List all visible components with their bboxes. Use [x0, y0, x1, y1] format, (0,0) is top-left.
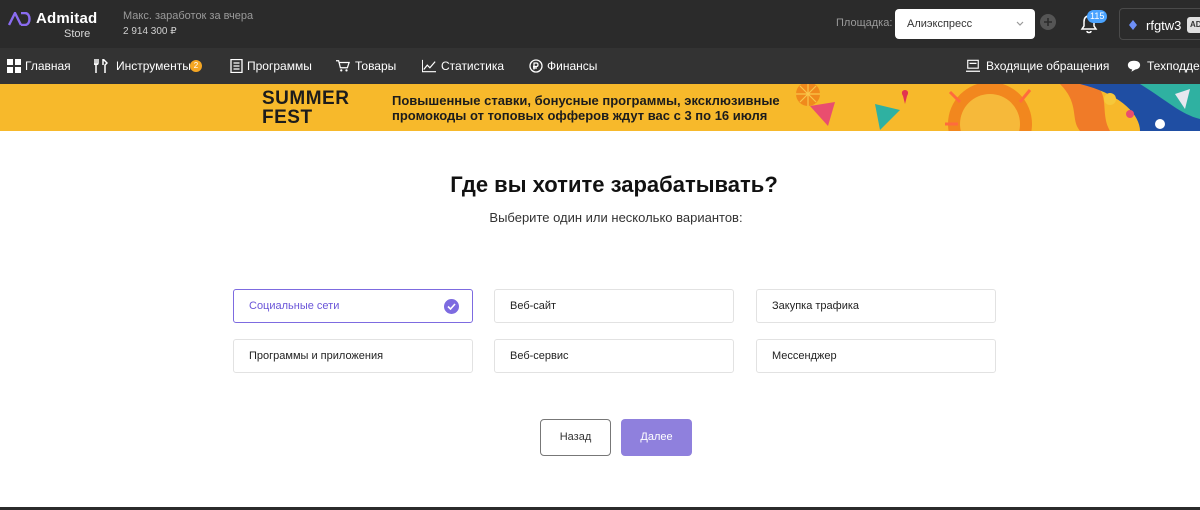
option-label: Социальные сети [249, 300, 340, 312]
banner-title-line2: FEST [262, 107, 313, 128]
page-subtitle: Выберите один или несколько вариантов: [489, 210, 743, 225]
logo-subtitle: Store [64, 28, 91, 40]
tools-count-badge: 2 [190, 60, 202, 72]
nav-item-label: Программы [247, 59, 312, 73]
logo-title: Admitad [36, 10, 98, 27]
option-label: Закупка трафика [772, 300, 860, 312]
add-platform-button[interactable] [1040, 14, 1056, 30]
cart-icon [336, 60, 350, 72]
option-label: Веб-сайт [510, 300, 557, 312]
chevron-down-icon [1016, 21, 1024, 26]
coin-icon [529, 59, 543, 73]
option-web-service[interactable]: Веб-сервис [494, 339, 734, 373]
nav-item-label: Главная [25, 59, 71, 73]
option-label: Программы и приложения [249, 350, 384, 362]
username: rfgtw3 [1146, 18, 1182, 33]
user-badge: AD [1187, 17, 1200, 33]
platform-select-value: Алиэкспресс [907, 18, 973, 30]
nav-item-label: Техподдержка [1147, 59, 1200, 73]
earnings-value: 2 914 300 ₽ [123, 26, 177, 37]
summer-decoration-illustration [796, 84, 1200, 131]
option-traffic-purchase[interactable]: Закупка трафика [756, 289, 996, 323]
document-icon [230, 59, 243, 73]
nav-item-label: Входящие обращения [986, 59, 1110, 73]
tools-icon [94, 59, 108, 73]
page-title: Где вы хотите зарабатывать? [450, 172, 778, 197]
earnings-label: Макс. заработок за вчера [123, 10, 254, 22]
back-button[interactable]: Назад [540, 419, 611, 456]
next-button[interactable]: Далее [621, 419, 692, 456]
check-icon [444, 299, 459, 314]
platform-label: Площадка: [836, 17, 893, 29]
option-apps[interactable]: Программы и приложения [233, 339, 473, 373]
inbox-icon [966, 59, 980, 72]
admitad-logo[interactable]: Admitad Store [8, 10, 108, 42]
banner-text-line1: Повышенные ставки, бонусные программы, э… [392, 93, 780, 108]
nav-item-label: Инструменты [116, 59, 191, 73]
option-social-networks[interactable]: Социальные сети [233, 289, 473, 323]
user-icon [1129, 20, 1137, 30]
option-label: Мессенджер [772, 350, 837, 362]
promo-banner[interactable]: SUMMER FEST Повышенные ставки, бонусные … [0, 84, 1200, 131]
option-website[interactable]: Веб-сайт [494, 289, 734, 323]
banner-text: Повышенные ставки, бонусные программы, э… [392, 93, 792, 123]
plus-icon [1044, 18, 1052, 26]
notifications-badge: 115 [1087, 10, 1108, 23]
nav-item-label: Финансы [547, 59, 598, 73]
banner-title-line1: SUMMER [262, 88, 350, 109]
chat-icon [1127, 60, 1141, 72]
platform-select[interactable]: Алиэкспресс [895, 9, 1035, 39]
top-bar: Admitad Store Макс. заработок за вчера 2… [0, 0, 1200, 48]
grid-icon [7, 59, 21, 73]
option-label: Веб-сервис [510, 350, 569, 362]
admitad-logo-icon [8, 12, 31, 26]
nav-item-label: Товары [355, 59, 397, 73]
user-menu[interactable]: rfgtw3 AD [1119, 8, 1200, 40]
banner-title: SUMMER FEST [262, 89, 349, 127]
option-messenger[interactable]: Мессенджер [756, 339, 996, 373]
main-nav: Главная Инструменты 2 Программы Товары С… [0, 48, 1200, 84]
chart-icon [422, 59, 436, 73]
banner-text-line2: промокоды от топовых офферов ждут вас с … [392, 108, 768, 123]
nav-item-label: Статистика [441, 59, 505, 73]
